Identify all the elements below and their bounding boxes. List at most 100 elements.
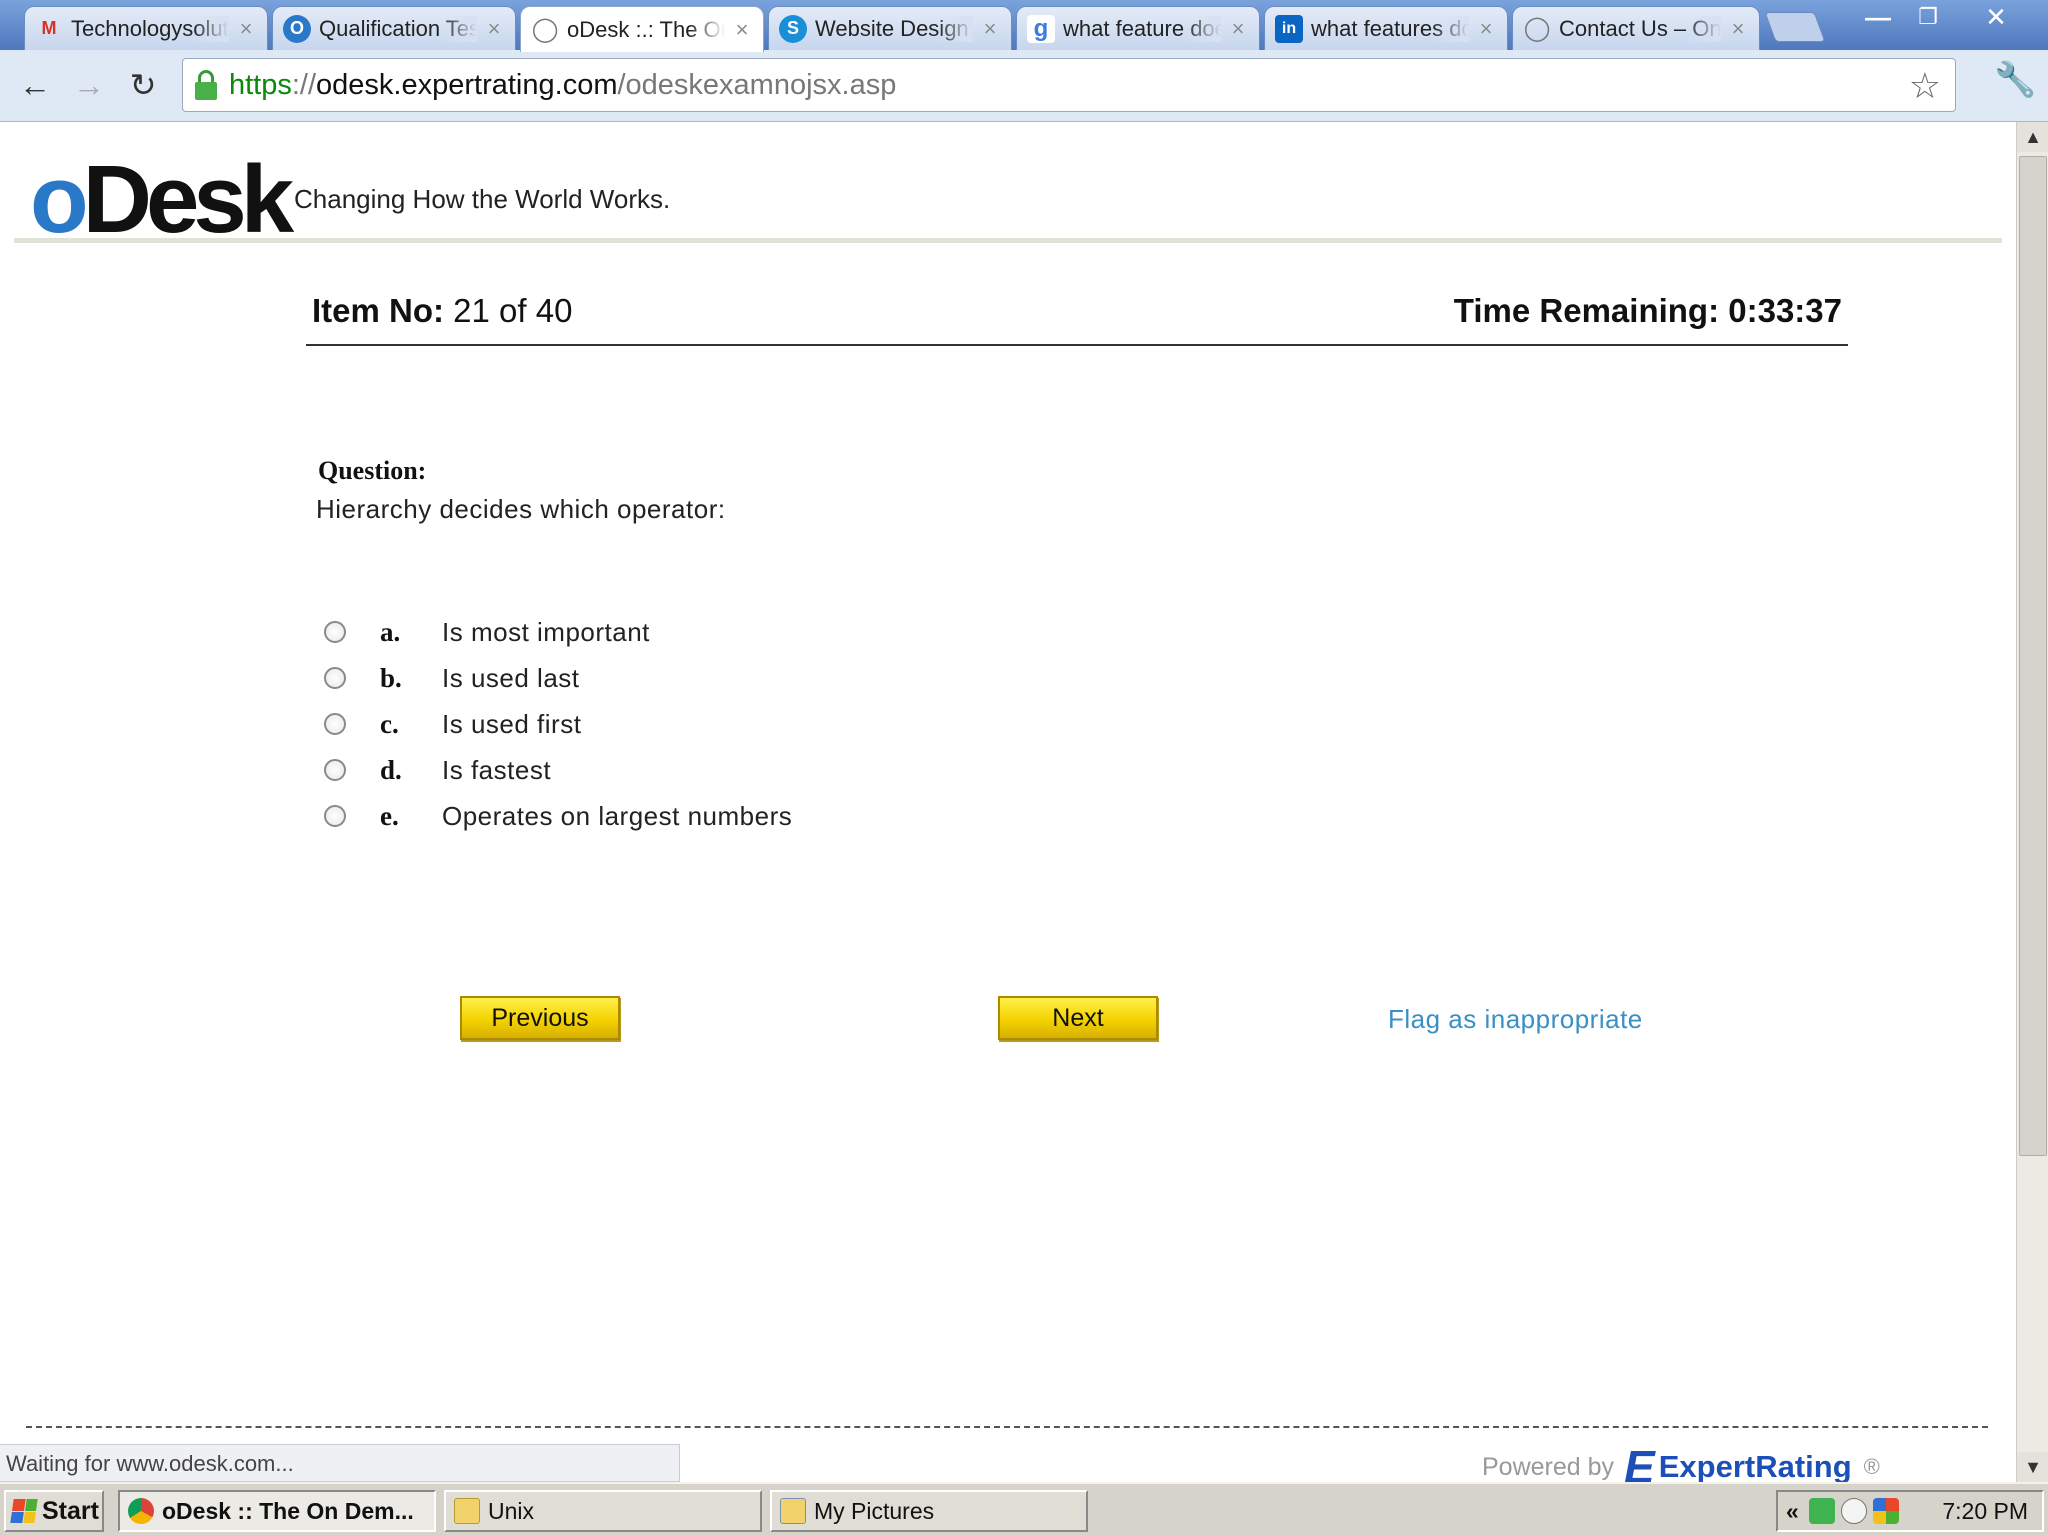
- forward-arrow-icon[interactable]: →: [66, 62, 112, 108]
- odesk-tab-icon: O: [283, 14, 311, 43]
- windows-logo-icon: [10, 1499, 38, 1523]
- option-e[interactable]: e. Operates on largest numbers: [324, 796, 1024, 836]
- url-scheme: https: [229, 68, 292, 101]
- windows-flag-tray-icon[interactable]: [1872, 1498, 1899, 1524]
- taskbar-item-my-pictures[interactable]: My Pictures: [770, 1490, 1088, 1532]
- time-remaining: Time Remaining: 0:33:37: [1453, 292, 1842, 329]
- option-letter: a.: [380, 616, 401, 647]
- close-window-icon[interactable]: ✕: [1970, 2, 2022, 32]
- option-text[interactable]: Operates on largest numbers: [442, 801, 792, 832]
- option-text[interactable]: Is fastest: [442, 755, 551, 786]
- new-tab-button[interactable]: [1764, 12, 1826, 42]
- tab-what-feature-does[interactable]: g what feature does ×: [1016, 6, 1260, 50]
- expertrating-name: ExpertRating: [1658, 1449, 1852, 1482]
- option-a[interactable]: a. Is most important: [324, 612, 1024, 652]
- bookmark-star-icon[interactable]: ☆: [1909, 65, 1941, 107]
- close-tab-icon[interactable]: ×: [1727, 16, 1749, 42]
- expertrating-mark-icon: E: [1624, 1441, 1655, 1482]
- radio-button[interactable]: [324, 759, 346, 781]
- item-number: Item No: 21 of 40: [312, 292, 573, 329]
- radio-button[interactable]: [324, 805, 346, 827]
- close-tab-icon[interactable]: ×: [731, 17, 753, 43]
- tab-title: Contact Us – Online: [1559, 15, 1721, 42]
- scroll-down-arrow-icon[interactable]: ▼: [2017, 1452, 2048, 1482]
- next-button[interactable]: Next: [998, 996, 1158, 1040]
- powered-by-footer: Powered by E ExpertRating ®: [1482, 1440, 1880, 1482]
- flag-inappropriate-link[interactable]: Flag as inappropriate: [1388, 1004, 1643, 1035]
- tab-contact-us[interactable]: ◯ Contact Us – Online ×: [1512, 6, 1760, 50]
- header-divider: [14, 238, 2002, 243]
- browser-toolbar: ← → ↻ https://odesk.expertrating.com/ode…: [0, 50, 2048, 122]
- question-label: Question:: [318, 456, 427, 485]
- tab-qualification-test[interactable]: O Qualification Test ×: [272, 6, 516, 50]
- taskbar-item-unix[interactable]: Unix: [444, 1490, 762, 1532]
- taskbar-item-label: My Pictures: [814, 1497, 935, 1524]
- url-path: /odeskexamnojsx.asp: [617, 68, 897, 101]
- minimize-icon[interactable]: —: [1856, 2, 1900, 32]
- browser-tab-strip: M Technologysolution × O Qualification T…: [0, 0, 2048, 52]
- close-tab-icon[interactable]: ×: [1475, 16, 1497, 42]
- security-shield-icon[interactable]: [1808, 1498, 1835, 1524]
- item-status-bar: Item No: 21 of 40 Time Remaining: 0:33:3…: [306, 292, 1848, 346]
- linkedin-icon: in: [1275, 14, 1303, 43]
- tab-technologysolution[interactable]: M Technologysolution ×: [24, 6, 268, 50]
- lock-icon: [195, 70, 217, 100]
- windows-taskbar: Start oDesk :: The On Dem... Unix My Pic…: [0, 1482, 2048, 1536]
- clock[interactable]: 7:20 PM: [1942, 1498, 2028, 1525]
- tray-expand-icon[interactable]: «: [1786, 1498, 1799, 1525]
- scrollbar-thumb[interactable]: [2019, 156, 2047, 1156]
- scroll-up-arrow-icon[interactable]: ▲: [2017, 122, 2048, 152]
- chrome-icon: [128, 1498, 154, 1524]
- close-tab-icon[interactable]: ×: [1227, 16, 1249, 42]
- expertrating-logo[interactable]: E ExpertRating: [1624, 1440, 1852, 1482]
- start-label: Start: [42, 1496, 99, 1525]
- powered-by-label: Powered by: [1482, 1452, 1615, 1481]
- option-letter: d.: [380, 754, 402, 785]
- odesk-logo[interactable]: oDesk: [30, 152, 294, 248]
- taskbar-item-label: Unix: [488, 1497, 535, 1524]
- pictures-folder-icon: [780, 1498, 806, 1524]
- question-text: Hierarchy decides which operator:: [316, 494, 726, 524]
- option-c[interactable]: c. Is used first: [324, 704, 1024, 744]
- option-text[interactable]: Is used first: [442, 709, 581, 740]
- tab-odesk-active[interactable]: ◯ oDesk :.: The On Demand ×: [520, 6, 764, 52]
- option-letter: e.: [380, 800, 399, 831]
- back-arrow-icon[interactable]: ←: [12, 62, 58, 108]
- folder-icon: [454, 1498, 480, 1524]
- radio-button[interactable]: [324, 621, 346, 643]
- radio-button[interactable]: [324, 713, 346, 735]
- tab-title: Qualification Test: [319, 15, 477, 42]
- tab-website-design[interactable]: S Website Design, ×: [768, 6, 1012, 50]
- tab-what-features-do[interactable]: in what features do ×: [1264, 6, 1508, 50]
- tab-title: what feature does: [1063, 15, 1221, 42]
- radio-button[interactable]: [324, 667, 346, 689]
- option-text[interactable]: Is used last: [442, 663, 580, 694]
- globe-icon: ◯: [531, 16, 559, 43]
- wrench-menu-icon[interactable]: 🔧: [1994, 60, 2036, 100]
- vertical-scrollbar[interactable]: ▲ ▼: [2016, 122, 2048, 1482]
- option-b[interactable]: b. Is used last: [324, 658, 1024, 698]
- taskbar-item-chrome[interactable]: oDesk :: The On Dem...: [118, 1490, 436, 1532]
- close-tab-icon[interactable]: ×: [483, 16, 505, 42]
- option-letter: b.: [380, 662, 402, 693]
- close-tab-icon[interactable]: ×: [979, 16, 1001, 42]
- tagline: Changing How the World Works.: [294, 184, 671, 214]
- previous-button[interactable]: Previous: [460, 996, 620, 1040]
- globe-icon: ◯: [1523, 15, 1551, 42]
- tab-title: what features do: [1311, 15, 1469, 42]
- close-tab-icon[interactable]: ×: [235, 16, 257, 42]
- gmail-icon: M: [41, 18, 57, 38]
- start-button[interactable]: Start: [4, 1490, 104, 1532]
- option-letter: c.: [380, 708, 399, 739]
- url-host: odesk.expertrating.com: [316, 68, 618, 101]
- url-separator: ://: [291, 68, 317, 101]
- chat-bubble-icon[interactable]: [1840, 1498, 1867, 1524]
- page-viewport: oDesk Changing How the World Works. Item…: [0, 122, 2016, 1482]
- address-bar[interactable]: https://odesk.expertrating.com/odeskexam…: [182, 58, 1956, 112]
- skype-icon: S: [779, 14, 807, 43]
- browser-status-bubble: Waiting for www.odesk.com...: [0, 1444, 680, 1482]
- option-d[interactable]: d. Is fastest: [324, 750, 1024, 790]
- option-text[interactable]: Is most important: [442, 617, 650, 648]
- reload-icon[interactable]: ↻: [120, 62, 166, 108]
- restore-icon[interactable]: ❐: [1906, 2, 1950, 32]
